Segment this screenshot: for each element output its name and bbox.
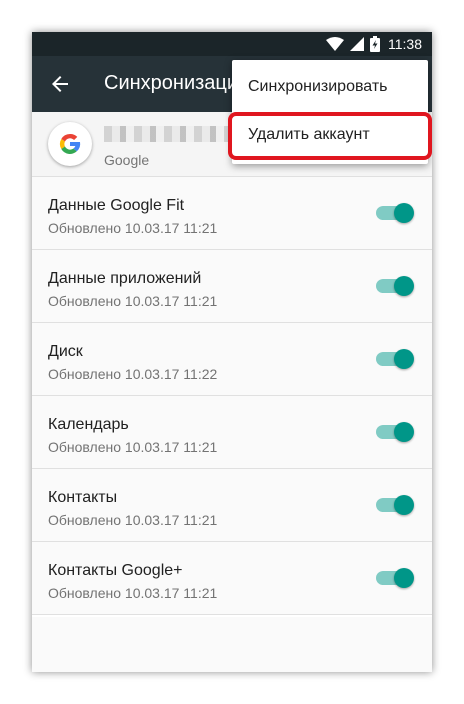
menu-item-label: Синхронизировать — [248, 78, 388, 95]
sync-item[interactable]: Календарь Обновлено 10.03.17 11:21 — [32, 396, 432, 469]
sync-item-updated: Обновлено 10.03.17 11:21 — [48, 585, 218, 601]
highlight-frame — [228, 112, 432, 160]
sync-toggle[interactable] — [376, 203, 414, 223]
list-empty-area — [32, 617, 432, 672]
toggle-thumb — [394, 203, 414, 223]
sync-item-updated: Обновлено 10.03.17 11:21 — [48, 512, 218, 528]
sync-item[interactable]: Данные приложений Обновлено 10.03.17 11:2… — [32, 250, 432, 323]
status-time: 11:38 — [388, 36, 422, 52]
status-icons: 11:38 — [326, 32, 422, 56]
sync-item-title: Календарь — [48, 416, 129, 433]
sync-item-updated: Обновлено 10.03.17 11:21 — [48, 220, 218, 236]
sync-toggle[interactable] — [376, 276, 414, 296]
toggle-thumb — [394, 422, 414, 442]
sync-list: Данные Google Fit Обновлено 10.03.17 11:2… — [32, 177, 432, 615]
account-avatar — [48, 122, 92, 166]
menu-item-sync-now[interactable]: Синхронизировать — [232, 64, 428, 112]
toggle-thumb — [394, 568, 414, 588]
sync-item[interactable]: Диск Обновлено 10.03.17 11:22 — [32, 323, 432, 396]
sync-toggle[interactable] — [376, 349, 414, 369]
arrow-left-icon[interactable] — [48, 72, 72, 96]
sync-item[interactable]: Контакты Обновлено 10.03.17 11:21 — [32, 469, 432, 542]
sync-item-updated: Обновлено 10.03.17 11:21 — [48, 293, 218, 309]
sync-item-title: Контакты — [48, 489, 118, 506]
account-type: Google — [104, 152, 150, 168]
toggle-thumb — [394, 349, 414, 369]
sync-item-title: Диск — [48, 343, 83, 360]
toggle-thumb — [394, 276, 414, 296]
sync-item-updated: Обновлено 10.03.17 11:21 — [48, 439, 218, 455]
google-logo-icon — [59, 133, 81, 155]
sync-item[interactable]: Контакты Google+ Обновлено 10.03.17 11:21 — [32, 542, 432, 615]
sync-item-title: Данные приложений — [48, 270, 202, 287]
sync-toggle[interactable] — [376, 422, 414, 442]
page-title: Синхронизация — [104, 72, 249, 94]
phone-screen: 11:38 Синхронизация Google Данные Google… — [32, 32, 432, 672]
battery-charging-icon — [370, 36, 380, 52]
sync-item-title: Контакты Google+ — [48, 562, 183, 579]
toggle-thumb — [394, 495, 414, 515]
wifi-icon — [326, 37, 344, 51]
sync-item[interactable]: Данные Google Fit Обновлено 10.03.17 11:2… — [32, 177, 432, 250]
status-bar: 11:38 — [32, 32, 432, 56]
sync-toggle[interactable] — [376, 495, 414, 515]
sync-item-title: Данные Google Fit — [48, 197, 185, 214]
sync-toggle[interactable] — [376, 568, 414, 588]
sync-item-updated: Обновлено 10.03.17 11:22 — [48, 366, 218, 382]
cell-signal-icon — [350, 37, 364, 51]
